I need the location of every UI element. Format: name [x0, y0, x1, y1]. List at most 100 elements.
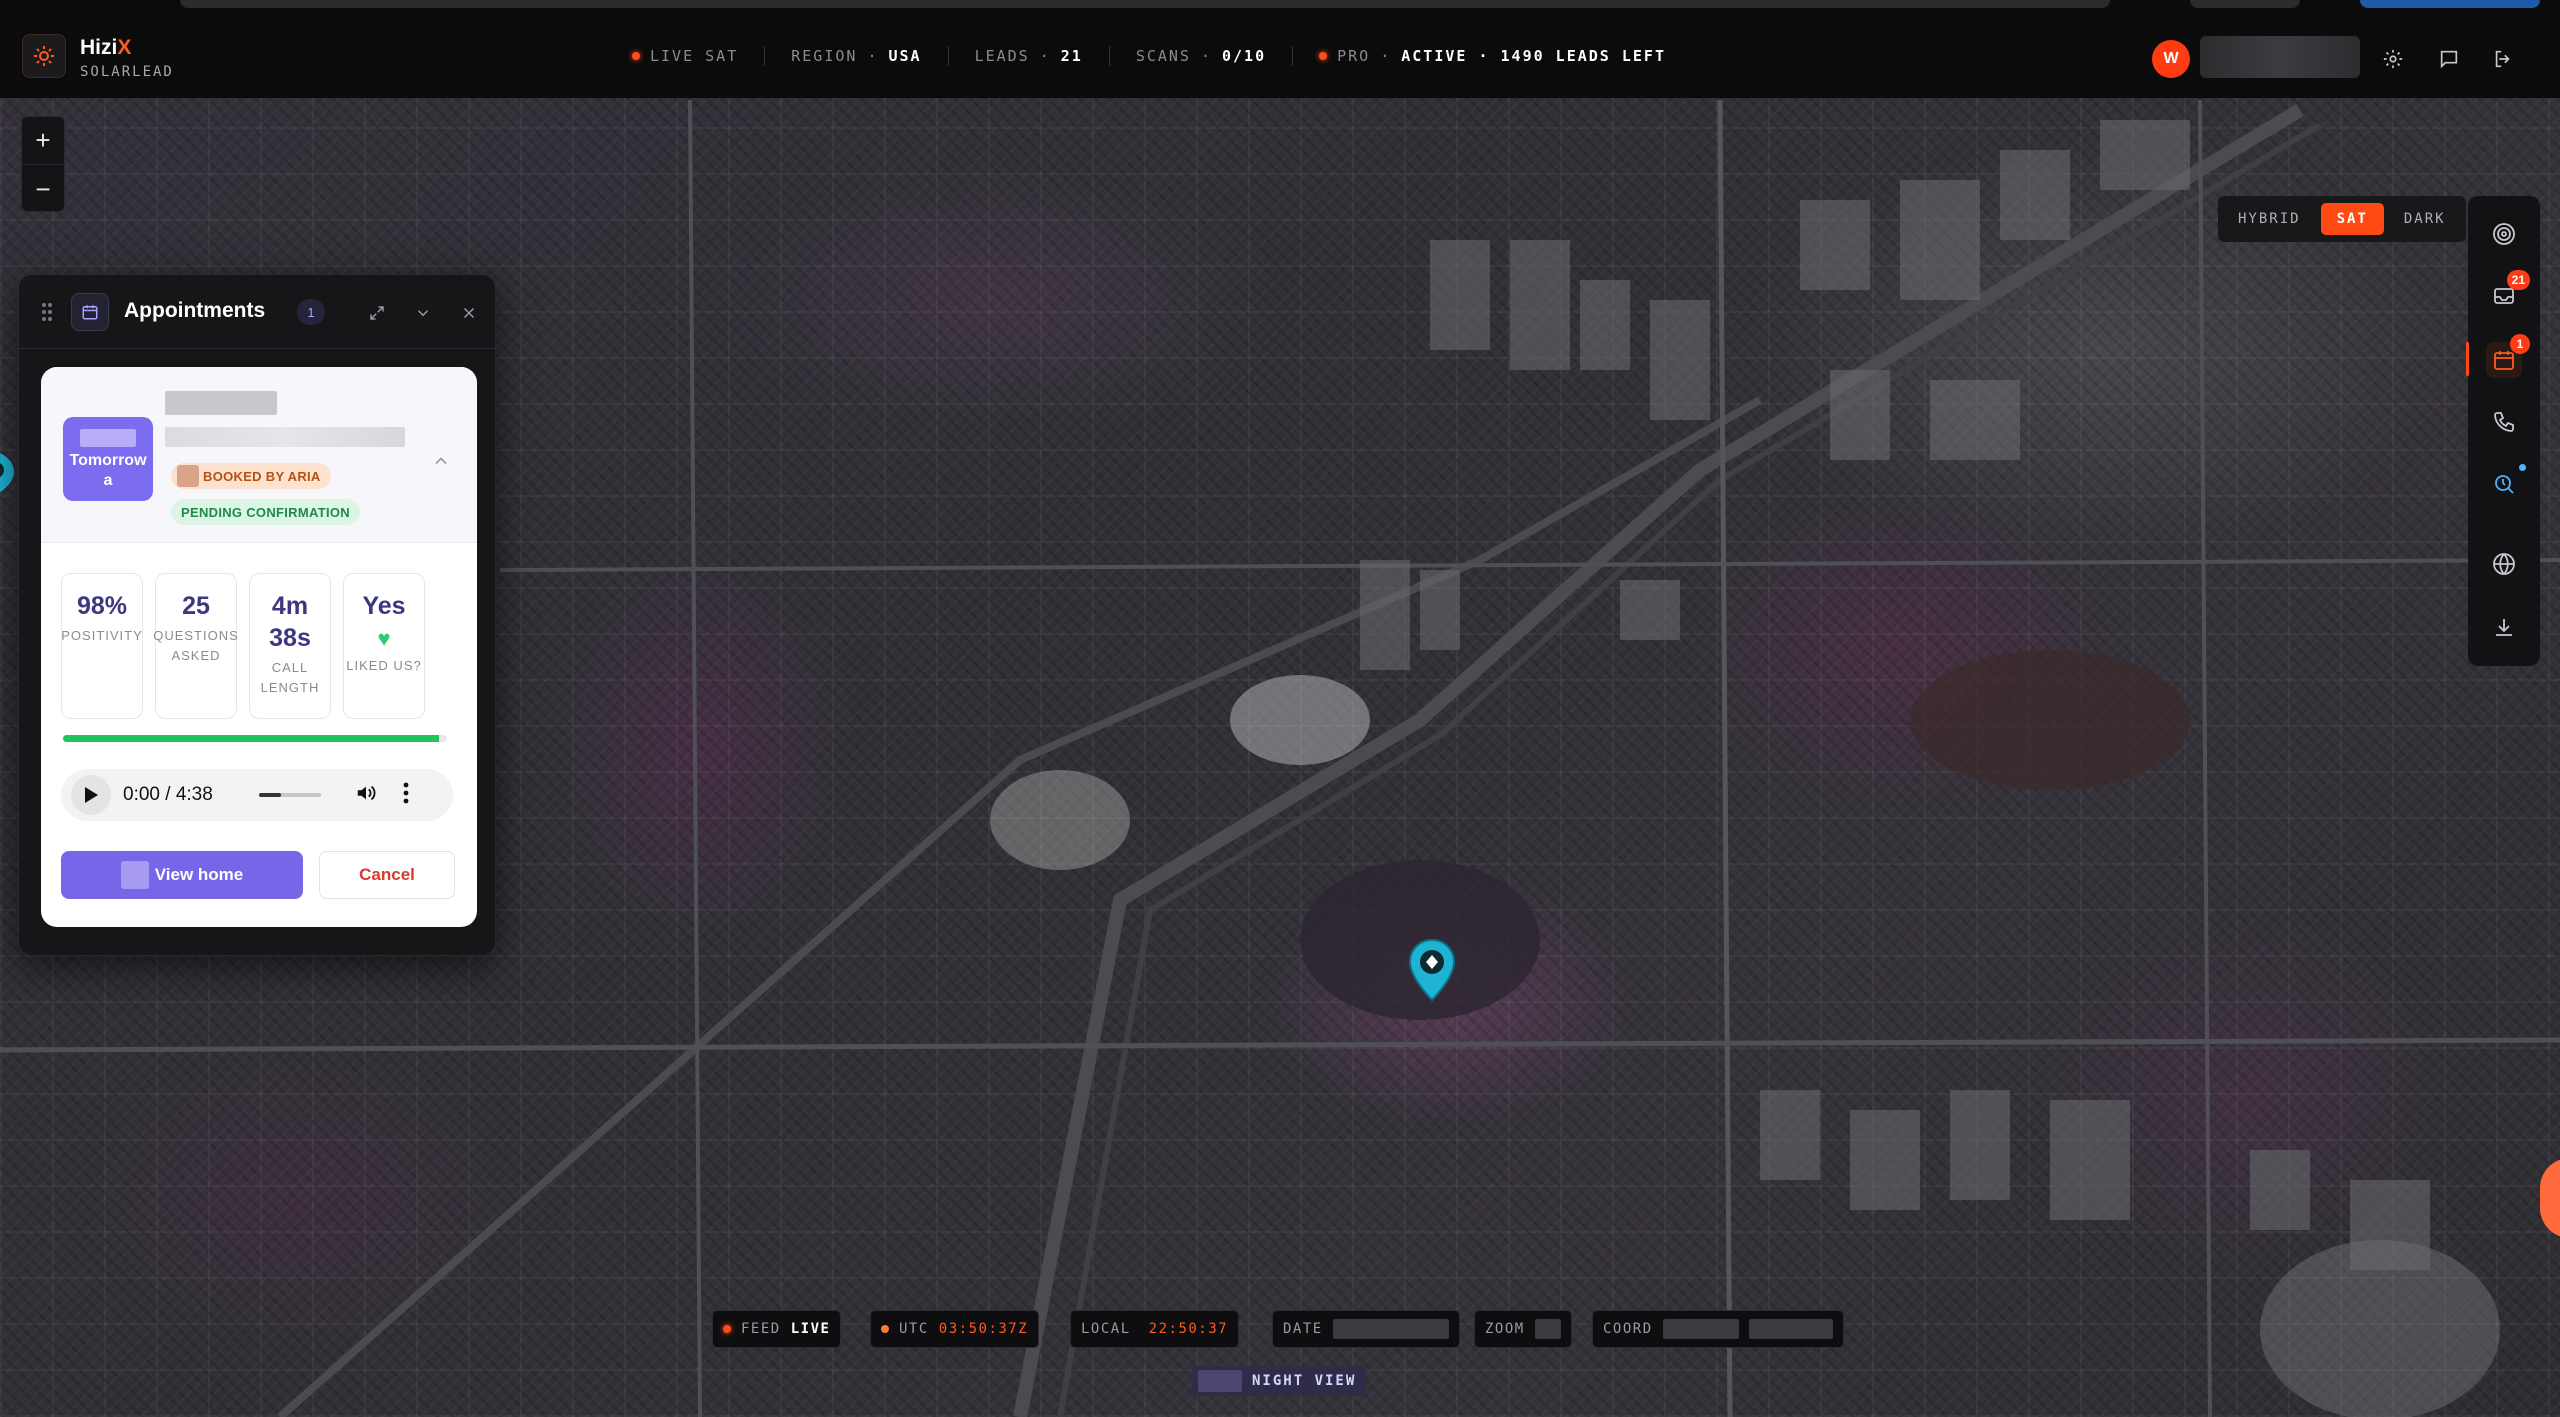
globe-icon[interactable]	[2486, 546, 2522, 582]
logout-icon[interactable]	[2488, 44, 2518, 74]
positivity-bar	[63, 735, 447, 742]
home-icon	[120, 861, 149, 889]
moon-icon	[1198, 1370, 1242, 1392]
chat-icon[interactable]	[2434, 44, 2464, 74]
pro-status: ACTIVE · 1490 LEADS LEFT	[1401, 47, 1666, 65]
active-indicator	[2466, 342, 2469, 376]
gear-icon[interactable]	[2378, 44, 2408, 74]
audio-seek-bar[interactable]	[259, 793, 321, 797]
phone-icon[interactable]	[2486, 404, 2522, 440]
hud-utc: UTC 03:50:37Z	[870, 1310, 1040, 1348]
map-style-hybrid[interactable]: HYBRID	[2222, 203, 2317, 235]
utc-value: 03:50:37Z	[938, 1321, 1029, 1337]
brand-subtitle: SOLARLEAD	[80, 64, 174, 80]
utc-dot	[881, 1325, 889, 1333]
appointments-badge: 1	[2510, 334, 2530, 354]
aria-avatar-redacted	[177, 465, 199, 487]
more-options-icon[interactable]	[403, 782, 409, 809]
coord-lat-redacted	[1662, 1319, 1739, 1339]
leads-value: 21	[1060, 47, 1083, 65]
map-style-dark[interactable]: DARK	[2388, 203, 2462, 235]
call-stats: 98% POSITIVITY 25 QUESTIONS ASKED 4m 38s…	[61, 573, 425, 719]
hud-feed: FEED LIVE	[712, 1310, 842, 1348]
pro-label: PRO	[1337, 47, 1371, 65]
feed-value: LIVE	[790, 1321, 831, 1337]
leads-label: LEADS	[974, 47, 1030, 65]
stat-liked-us: Yes ♥ LIKED US?	[343, 573, 425, 719]
leads-badge: 21	[2506, 270, 2530, 290]
search-time-icon[interactable]	[2486, 464, 2526, 502]
hud-coord: COORD	[1592, 1310, 1844, 1348]
pending-confirmation-tag: PENDING CONFIRMATION	[171, 499, 360, 525]
customer-address-redacted	[165, 427, 405, 447]
appointment-date-label: Tomorrow	[69, 452, 147, 469]
strip-pill	[2190, 0, 2300, 8]
region-value: USA	[888, 47, 922, 65]
card-header[interactable]: Tomorrow a BOOKED BY ARIA PENDING CONFIR…	[41, 367, 477, 543]
call-recording-player: 0:00 / 4:38	[61, 769, 453, 821]
map-style-sat[interactable]: SAT	[2320, 203, 2384, 235]
sun-logo-icon[interactable]	[22, 34, 66, 78]
update-dot	[2519, 464, 2526, 471]
scans-value: 0/10	[1222, 47, 1267, 65]
panel-title: Appointments	[124, 299, 266, 322]
cancel-button[interactable]: Cancel	[319, 851, 455, 899]
chevron-up-icon[interactable]	[431, 451, 451, 476]
expand-icon[interactable]	[363, 299, 391, 327]
live-sat-label: LIVE SAT	[650, 47, 739, 65]
top-bar: HiziX SOLARLEAD LIVE SAT REGION · USA LE…	[0, 14, 2560, 98]
appointment-count-badge: 1	[297, 299, 325, 325]
strip-pill	[2360, 0, 2540, 8]
user-name-redacted[interactable]	[2200, 36, 2360, 78]
local-value: 22:50:37	[1148, 1321, 1229, 1337]
green-heart-icon: ♥	[377, 626, 391, 651]
customer-name-redacted	[165, 391, 277, 415]
inbox-icon[interactable]: 21	[2486, 270, 2530, 314]
view-home-button[interactable]: View home	[61, 851, 303, 899]
zoom-redacted	[1534, 1319, 1561, 1339]
appointments-panel: Appointments 1 Tomorrow a BOOKED BY ARIA…	[18, 274, 496, 956]
redacted-time	[80, 429, 136, 447]
close-icon[interactable]	[455, 299, 483, 327]
avatar[interactable]: W	[2152, 40, 2190, 78]
stat-positivity: 98% POSITIVITY	[61, 573, 143, 719]
right-tool-rail: 21 1	[2466, 196, 2540, 666]
pro-dot	[1319, 52, 1328, 60]
date-redacted	[1332, 1319, 1449, 1339]
feed-dot	[723, 1325, 731, 1333]
target-icon[interactable]	[2486, 216, 2522, 252]
appointment-date-sub: a	[103, 472, 113, 489]
download-icon[interactable]	[2486, 610, 2522, 646]
booked-by-tag: BOOKED BY ARIA	[171, 463, 331, 489]
drag-handle-icon[interactable]	[41, 302, 53, 327]
appointment-date-tile: Tomorrow a	[63, 417, 153, 501]
coord-lng-redacted	[1748, 1319, 1833, 1339]
calendar-icon	[71, 293, 109, 331]
live-dot	[632, 52, 640, 60]
calendar-icon[interactable]: 1	[2486, 334, 2530, 378]
night-view-button[interactable]: NIGHT VIEW	[1192, 1366, 1367, 1396]
location-pin-icon[interactable]	[1406, 938, 1458, 1007]
chevron-down-icon[interactable]	[409, 299, 437, 327]
region-label: REGION	[791, 47, 858, 65]
zoom-out-button[interactable]: −	[22, 165, 64, 213]
browser-strip	[0, 0, 2560, 14]
stat-call-length: 4m 38s CALL LENGTH	[249, 573, 331, 719]
zoom-in-button[interactable]: +	[22, 117, 64, 165]
play-button[interactable]	[71, 775, 111, 815]
zoom-control: + −	[21, 116, 65, 212]
volume-icon[interactable]	[355, 782, 377, 809]
hud-local: LOCAL 22:50:37	[1070, 1310, 1240, 1348]
status-strip: LIVE SAT REGION · USA LEADS · 21 SCANS ·…	[632, 14, 1666, 98]
strip-pill	[180, 0, 2110, 8]
brand-name: HiziX	[80, 36, 132, 59]
panel-header: Appointments 1	[19, 275, 495, 349]
hud-date: DATE	[1272, 1310, 1460, 1348]
positivity-bar-fill	[63, 735, 440, 742]
audio-time: 0:00 / 4:38	[123, 784, 213, 805]
map-style-toggle: HYBRID SAT DARK	[2218, 196, 2466, 242]
stat-questions: 25 QUESTIONS ASKED	[153, 573, 238, 719]
scans-label: SCANS	[1135, 47, 1191, 65]
appointment-card: Tomorrow a BOOKED BY ARIA PENDING CONFIR…	[41, 367, 477, 927]
location-pin-icon[interactable]	[0, 448, 16, 503]
